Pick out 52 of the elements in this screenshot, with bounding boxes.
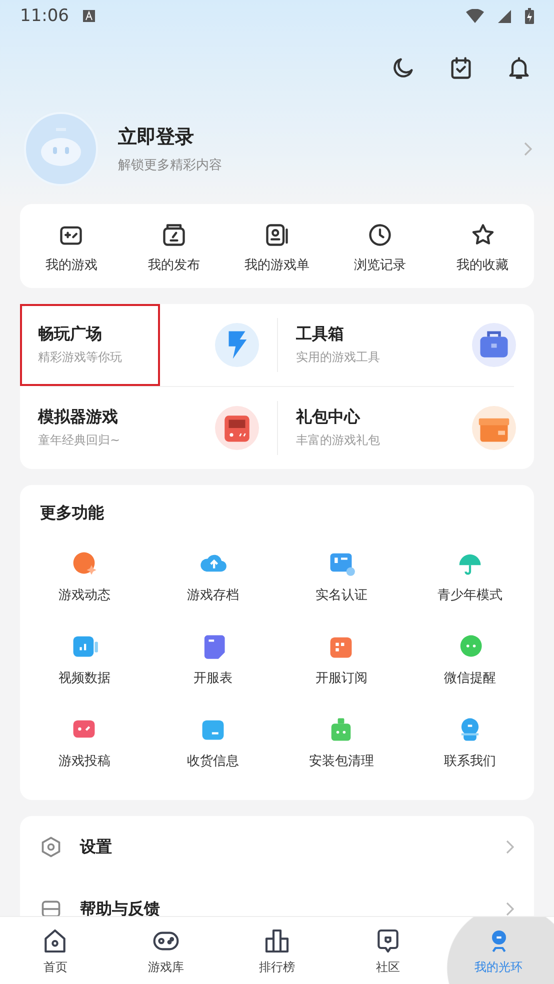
profile-card-icon[interactable]	[264, 222, 290, 248]
feature-subtitle: 实用的游戏工具	[296, 349, 381, 366]
section-title: 更多功能	[39, 502, 105, 524]
shortcut-label[interactable]: 我的游戏	[45, 256, 98, 274]
chevron-right-icon	[524, 142, 532, 156]
handheld-console-icon[interactable]	[215, 406, 259, 450]
feature-label[interactable]: 安装包清理	[308, 752, 374, 770]
shortcut-label[interactable]: 我的收藏	[456, 256, 509, 274]
feature-subtitle: 童年经典回归~	[38, 432, 122, 449]
battery-icon	[525, 8, 534, 24]
login-title[interactable]: 立即登录	[118, 124, 504, 150]
briefcase-icon[interactable]	[472, 323, 516, 367]
feature-title[interactable]: 工具箱	[296, 324, 472, 345]
nav-tab[interactable]: 排行榜	[222, 917, 332, 984]
status-time: 11:06	[20, 6, 69, 26]
settings-item[interactable]: 设置	[80, 836, 488, 858]
feature-label[interactable]: 微信提醒	[444, 669, 496, 687]
nav-tab[interactable]: 社区	[332, 917, 444, 984]
feature-subtitle: 精彩游戏等你玩	[38, 349, 123, 366]
shortcut-label[interactable]: 浏览记录	[354, 256, 406, 274]
feature-label[interactable]: 开服表	[193, 669, 232, 687]
feature-label[interactable]: 游戏投稿	[58, 752, 110, 770]
shortcut-label[interactable]: 我的游戏单	[244, 256, 310, 274]
edit-icon[interactable]	[161, 222, 188, 248]
feature-subtitle: 丰富的游戏礼包	[296, 432, 381, 449]
feature-title[interactable]: 畅玩广场	[38, 324, 215, 345]
feature-label[interactable]: 视频数据	[58, 669, 110, 687]
feature-label[interactable]: 游戏动态	[58, 586, 110, 604]
podium-icon	[262, 926, 291, 954]
gift-box-icon[interactable]	[472, 406, 516, 450]
keyboard-notification-icon	[83, 10, 95, 22]
lightning-icon[interactable]	[215, 323, 259, 367]
shortcut-label[interactable]: 我的发布	[148, 256, 200, 274]
feature-label[interactable]: 收货信息	[186, 752, 239, 770]
feature-label[interactable]: 青少年模式	[437, 586, 502, 604]
chevron-right-icon	[506, 902, 514, 916]
nav-tab[interactable]: 首页	[0, 917, 111, 984]
chevron-right-icon	[506, 840, 514, 854]
wifi-icon	[466, 9, 484, 23]
feature-label[interactable]: 开服订阅	[315, 669, 368, 687]
feature-label[interactable]: 实名认证	[315, 586, 368, 604]
feature-title[interactable]: 礼包中心	[296, 407, 472, 428]
feature-label[interactable]: 游戏存档	[186, 586, 239, 604]
nav-tab[interactable]: 游戏库	[110, 917, 222, 984]
signal-icon	[498, 10, 511, 22]
feature-title[interactable]: 模拟器游戏	[38, 407, 215, 428]
clock-icon[interactable]	[366, 222, 393, 248]
settings-icon	[40, 836, 62, 858]
settings-item[interactable]: 帮助与反馈	[80, 898, 488, 916]
help-icon	[40, 898, 62, 916]
feature-label[interactable]: 联系我们	[444, 752, 496, 770]
login-subtitle: 解锁更多精彩内容	[118, 157, 223, 174]
